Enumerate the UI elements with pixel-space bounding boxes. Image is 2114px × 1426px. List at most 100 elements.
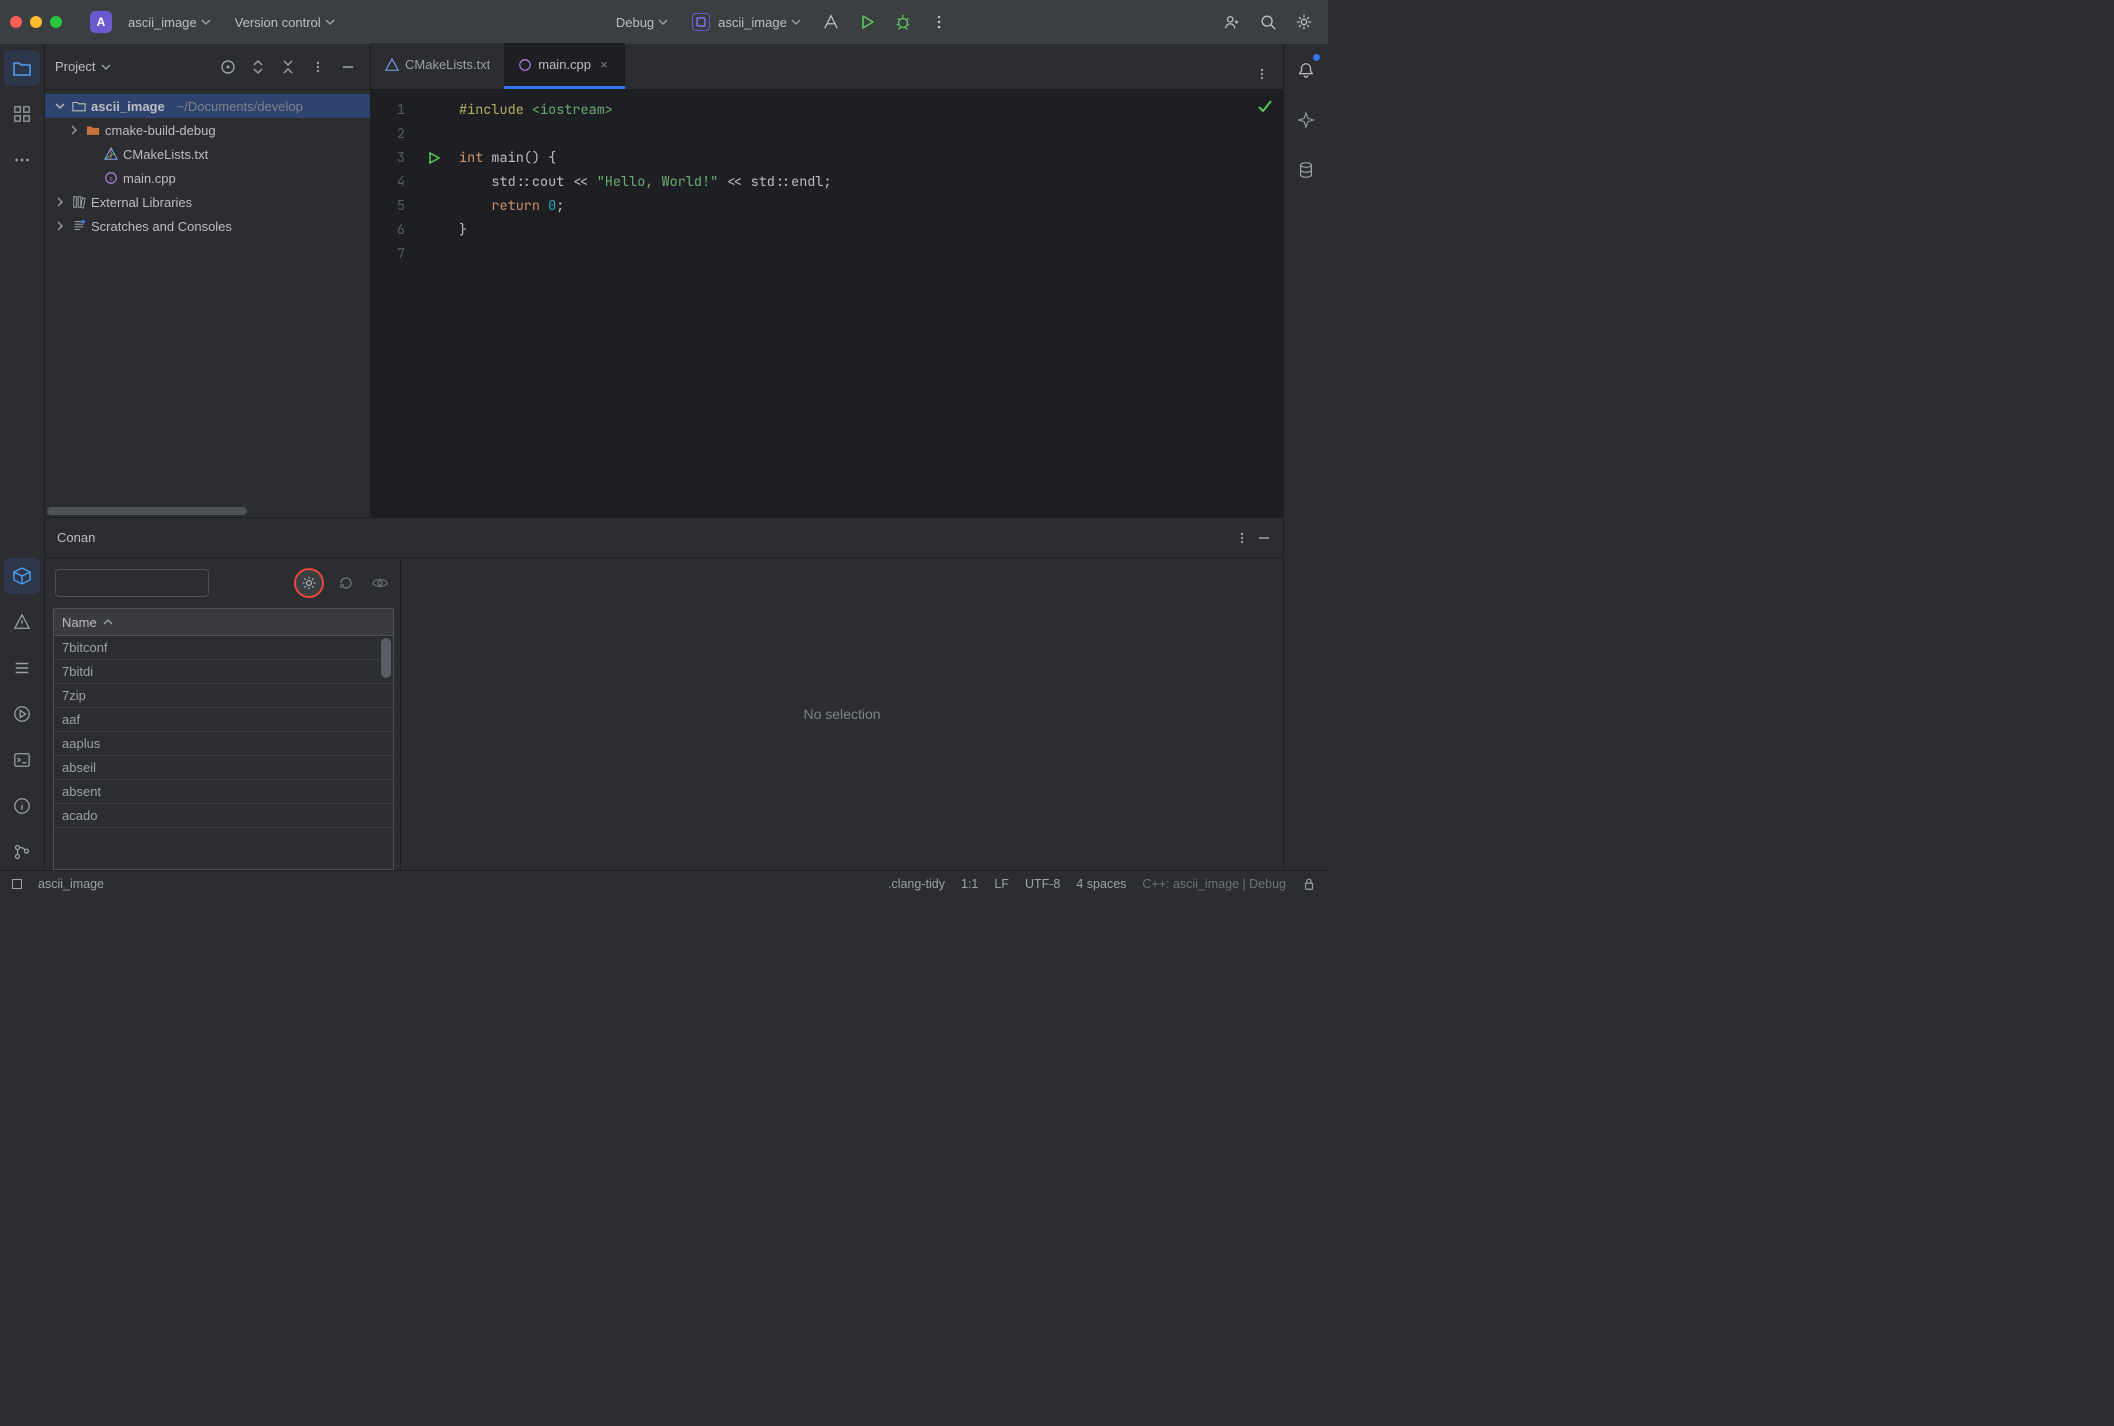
- database-tool-button[interactable]: [1288, 152, 1324, 188]
- conan-empty-text: No selection: [803, 706, 880, 722]
- terminal-tool-button[interactable]: [4, 742, 40, 778]
- structure-tool-button[interactable]: [4, 96, 40, 132]
- title-bar: A ascii_image Version control Debug asci…: [0, 0, 1328, 44]
- status-position[interactable]: 1:1: [961, 877, 978, 891]
- tab-cmakelists[interactable]: CMakeLists.txt: [371, 43, 504, 89]
- conan-search-field[interactable]: [55, 569, 209, 597]
- conan-search-input[interactable]: [62, 576, 238, 591]
- conan-options-button[interactable]: [1235, 531, 1249, 545]
- list-item[interactable]: 7zip: [54, 684, 393, 708]
- tree-folder-label: cmake-build-debug: [105, 123, 216, 138]
- horizontal-scrollbar[interactable]: [45, 505, 370, 517]
- tree-file-cmake[interactable]: CMakeLists.txt: [45, 142, 370, 166]
- build-icon[interactable]: [817, 8, 845, 36]
- status-encoding[interactable]: UTF-8: [1025, 877, 1060, 891]
- notifications-button[interactable]: [1288, 52, 1324, 88]
- package-icon: [12, 566, 32, 586]
- bell-icon: [1297, 61, 1315, 79]
- list-item[interactable]: acado: [54, 804, 393, 828]
- target-icon: [692, 13, 710, 31]
- cmake-icon: [103, 146, 119, 162]
- conan-configure-button[interactable]: [294, 568, 324, 598]
- library-icon: [71, 194, 87, 210]
- caret-right-icon[interactable]: [53, 221, 67, 231]
- collaborate-icon[interactable]: [1218, 8, 1246, 36]
- problems-tool-button[interactable]: [4, 604, 40, 640]
- inspection-ok-icon[interactable]: [1257, 98, 1273, 114]
- chevron-down-icon[interactable]: [101, 62, 111, 72]
- hide-panel-button[interactable]: [336, 55, 360, 79]
- collapse-all-button[interactable]: [276, 55, 300, 79]
- status-context[interactable]: C++: ascii_image | Debug: [1142, 877, 1286, 891]
- close-window-button[interactable]: [10, 16, 22, 28]
- conan-tool-button[interactable]: [4, 558, 40, 594]
- services-tool-button[interactable]: [4, 696, 40, 732]
- status-indent[interactable]: 4 spaces: [1076, 877, 1126, 891]
- run-target-label: ascii_image: [718, 15, 787, 30]
- run-config-dropdown[interactable]: Debug: [608, 11, 676, 34]
- expand-all-button[interactable]: [246, 55, 270, 79]
- conan-panel-title: Conan: [57, 530, 95, 545]
- tree-root[interactable]: ascii_image ~/Documents/develop: [45, 94, 370, 118]
- expand-icon: [251, 60, 265, 74]
- conan-table-header[interactable]: Name: [53, 608, 394, 636]
- more-tools-button[interactable]: [4, 142, 40, 178]
- scrollbar-thumb[interactable]: [47, 507, 247, 515]
- run-target-dropdown[interactable]: ascii_image: [684, 9, 809, 35]
- settings-icon[interactable]: [1290, 8, 1318, 36]
- run-gutter[interactable]: [413, 90, 455, 517]
- conan-visibility-button[interactable]: [368, 571, 392, 595]
- tree-item-label: Scratches and Consoles: [91, 219, 232, 234]
- list-item[interactable]: aaplus: [54, 732, 393, 756]
- conan-package-list[interactable]: 7bitconf 7bitdi 7zip aaf aaplus abseil a…: [53, 636, 394, 870]
- hide-conan-button[interactable]: [1257, 531, 1271, 545]
- list-item[interactable]: aaf: [54, 708, 393, 732]
- maximize-window-button[interactable]: [50, 16, 62, 28]
- caret-right-icon[interactable]: [67, 125, 81, 135]
- run-button[interactable]: [853, 8, 881, 36]
- close-tab-button[interactable]: ×: [597, 57, 611, 72]
- vcs-tool-button[interactable]: [4, 834, 40, 870]
- more-vertical-icon[interactable]: [925, 8, 953, 36]
- panel-options-button[interactable]: [306, 55, 330, 79]
- project-name-dropdown[interactable]: ascii_image: [120, 11, 219, 34]
- select-opened-file-button[interactable]: [216, 55, 240, 79]
- lock-icon[interactable]: [1302, 877, 1316, 891]
- event-log-button[interactable]: [4, 788, 40, 824]
- list-item[interactable]: 7bitdi: [54, 660, 393, 684]
- tab-options-button[interactable]: [1247, 59, 1277, 89]
- caret-down-icon[interactable]: [53, 101, 67, 111]
- status-indicator-icon[interactable]: [12, 879, 22, 889]
- search-icon[interactable]: [1254, 8, 1282, 36]
- debug-button[interactable]: [889, 8, 917, 36]
- line-number-gutter[interactable]: 1234567: [371, 90, 413, 517]
- tree-folder-debug[interactable]: cmake-build-debug: [45, 118, 370, 142]
- center-area: Project: [44, 44, 1284, 870]
- todo-tool-button[interactable]: [4, 650, 40, 686]
- minimize-window-button[interactable]: [30, 16, 42, 28]
- tab-maincpp[interactable]: main.cpp ×: [504, 43, 625, 89]
- status-clang[interactable]: .clang-tidy: [888, 877, 945, 891]
- status-eol[interactable]: LF: [994, 877, 1009, 891]
- vertical-scrollbar[interactable]: [381, 638, 391, 678]
- ai-assistant-button[interactable]: [1288, 102, 1324, 138]
- tree-scratches[interactable]: Scratches and Consoles: [45, 214, 370, 238]
- version-control-dropdown[interactable]: Version control: [227, 11, 343, 34]
- list-item[interactable]: absent: [54, 780, 393, 804]
- conan-detail-panel: No selection: [401, 558, 1283, 870]
- project-tool-button[interactable]: [4, 50, 40, 86]
- list-item[interactable]: abseil: [54, 756, 393, 780]
- status-branch[interactable]: ascii_image: [38, 877, 104, 891]
- conan-refresh-button[interactable]: [334, 571, 358, 595]
- play-icon: [428, 152, 440, 164]
- code-content[interactable]: #include <iostream> int main() { std::co…: [455, 90, 1283, 517]
- code-editor[interactable]: 1234567 #include <iostream> int main() {…: [371, 90, 1283, 517]
- tree-external-libs[interactable]: External Libraries: [45, 190, 370, 214]
- editor-tabbar: CMakeLists.txt main.cpp ×: [371, 44, 1283, 90]
- project-tree[interactable]: ascii_image ~/Documents/develop cmake-bu…: [45, 90, 370, 505]
- tree-file-main[interactable]: c main.cpp: [45, 166, 370, 190]
- run-config-label: Debug: [616, 15, 654, 30]
- list-item[interactable]: 7bitconf: [54, 636, 393, 660]
- run-line-marker[interactable]: [413, 146, 455, 170]
- caret-right-icon[interactable]: [53, 197, 67, 207]
